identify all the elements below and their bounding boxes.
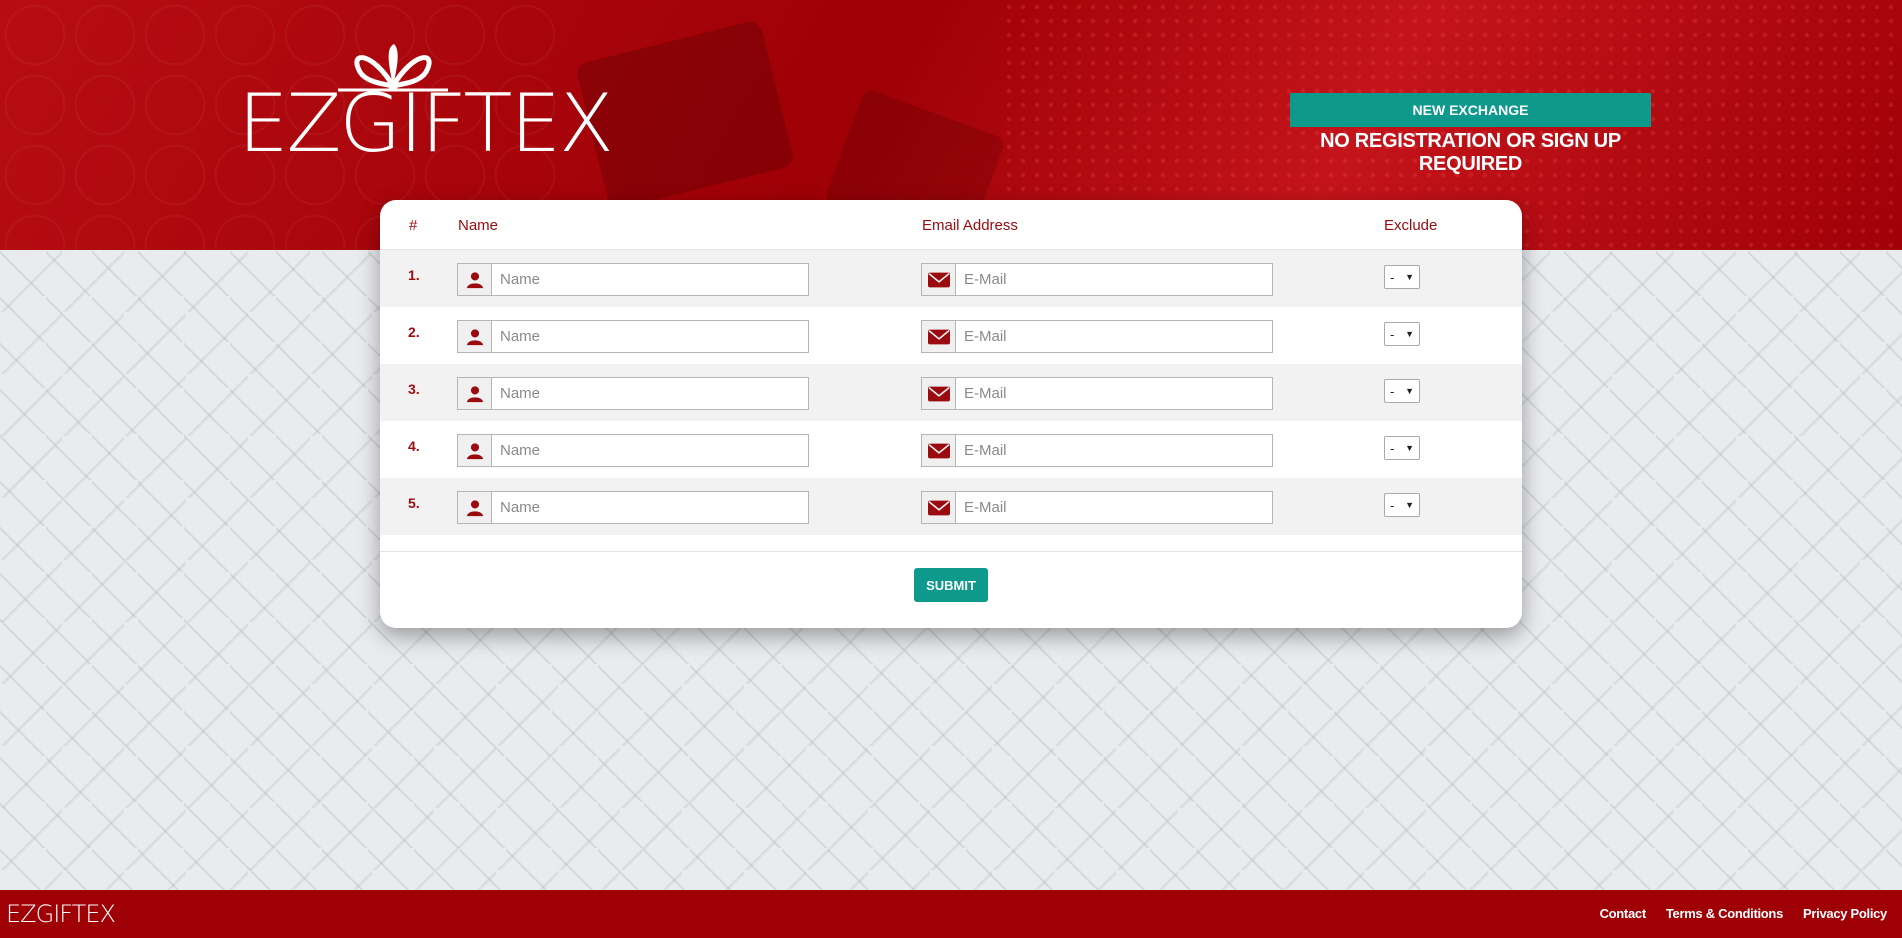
submit-button[interactable]: SUBMIT [914,568,988,602]
exclude-value: - [1390,383,1395,399]
exclude-select[interactable]: - ▼ [1384,265,1420,289]
caret-down-icon: ▼ [1405,500,1414,510]
row-number: 5. [408,495,420,511]
exclude-select[interactable]: - ▼ [1384,493,1420,517]
email-input[interactable] [956,321,1272,352]
caret-down-icon: ▼ [1405,272,1414,282]
tagline: NO REGISTRATION OR SIGN UP REQUIRED [1320,130,1621,175]
column-header-email: Email Address [922,217,1018,234]
exclude-value: - [1390,269,1395,285]
table-row: 4. -▼ [380,421,1522,478]
column-header-exclude: Exclude [1384,217,1438,234]
exclude-select[interactable]: - ▼ [1384,322,1420,346]
user-icon [458,492,492,523]
site-logo[interactable]: EZGIFTEX [238,42,614,164]
caret-down-icon: ▼ [1405,386,1414,396]
footer-links: Contact Terms & Conditions Privacy Polic… [1600,906,1888,921]
user-icon [458,435,492,466]
user-icon [458,264,492,295]
name-field[interactable] [457,434,809,467]
name-field[interactable] [457,320,809,353]
exclude-select[interactable]: - ▼ [1384,379,1420,403]
name-field[interactable] [457,377,809,410]
row-number: 1. [408,267,420,283]
email-input[interactable] [956,435,1272,466]
table-row: 1. -▼ [380,250,1522,307]
footer-logo[interactable]: EZGIFTEX [6,900,116,928]
table-row: 5. -▼ [380,478,1522,535]
footer-link-privacy[interactable]: Privacy Policy [1803,906,1887,921]
email-field[interactable] [921,491,1273,524]
user-icon [458,321,492,352]
email-input[interactable] [956,264,1272,295]
envelope-icon [922,264,956,295]
logo-wordmark: EZGIFTEX [238,77,614,170]
email-field[interactable] [921,434,1273,467]
caret-down-icon: ▼ [1405,443,1414,453]
envelope-icon [922,378,956,409]
row-number: 4. [408,438,420,454]
exclude-value: - [1390,440,1395,456]
name-input[interactable] [492,378,808,409]
exclude-value: - [1390,497,1395,513]
row-number: 2. [408,324,420,340]
column-header-number: # [409,217,418,234]
column-header-name: Name [458,217,499,234]
user-icon [458,378,492,409]
footer: EZGIFTEX Contact Terms & Conditions Priv… [0,890,1902,938]
name-field[interactable] [457,263,809,296]
footer-link-contact[interactable]: Contact [1600,906,1647,921]
exclude-select[interactable]: - ▼ [1384,436,1420,460]
exclude-value: - [1390,326,1395,342]
envelope-icon [922,321,956,352]
table-row: 3. -▼ [380,364,1522,421]
email-field[interactable] [921,320,1273,353]
row-number: 3. [408,381,420,397]
new-exchange-button[interactable]: NEW EXCHANGE [1290,93,1651,127]
email-field[interactable] [921,263,1273,296]
name-input[interactable] [492,264,808,295]
divider [380,551,1522,552]
footer-link-terms[interactable]: Terms & Conditions [1666,906,1783,921]
email-field[interactable] [921,377,1273,410]
envelope-icon [922,492,956,523]
participants-form: # Name Email Address Exclude 1.-▼2.-▼3.-… [380,200,1522,628]
email-input[interactable] [956,492,1272,523]
table-row: 2. -▼ [380,307,1522,364]
name-input[interactable] [492,435,808,466]
caret-down-icon: ▼ [1405,329,1414,339]
table-header: # Name Email Address Exclude [380,200,1522,250]
name-input[interactable] [492,321,808,352]
email-input[interactable] [956,378,1272,409]
name-input[interactable] [492,492,808,523]
envelope-icon [922,435,956,466]
name-field[interactable] [457,491,809,524]
